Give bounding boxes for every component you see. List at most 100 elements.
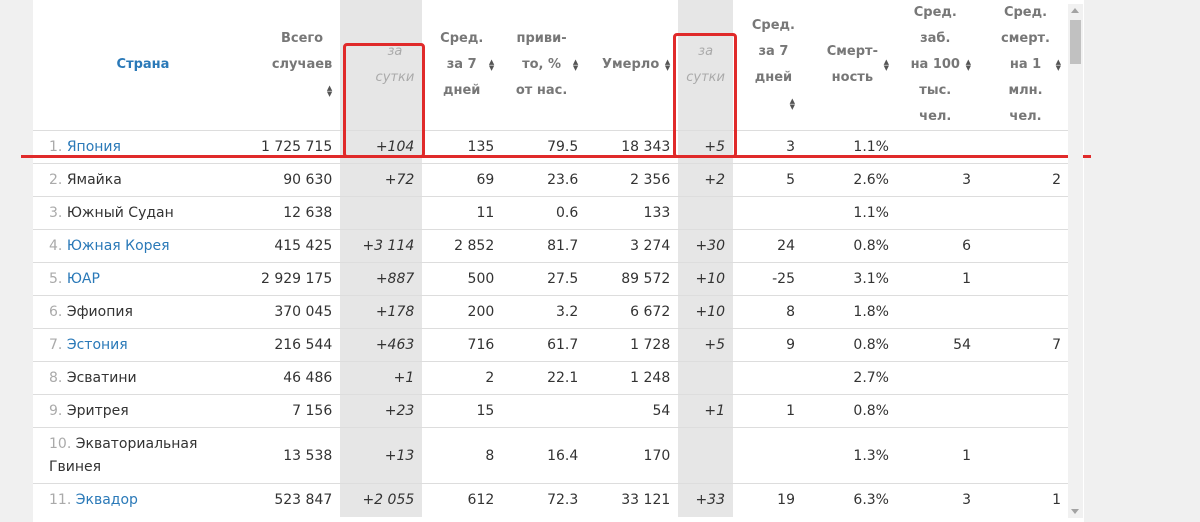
cell-total-cases: 415 425 (253, 229, 341, 263)
country-name: Эсватини (66, 370, 137, 386)
table-row: 1. Япония 1 725 715 +104 135 79.5 18 343 +5 3 1.… (33, 130, 1069, 164)
country-link[interactable]: Южная Корея (67, 238, 170, 254)
cell-vaccinated: 22.1 (502, 361, 587, 395)
cell-deaths-per-day: +2 (678, 163, 733, 197)
cell-avg-per-100k: 1 (896, 262, 979, 296)
row-number: 10. (49, 435, 72, 452)
scrollbar-thumb[interactable] (1070, 20, 1081, 64)
row-number: 8. (49, 370, 63, 386)
cell-avg-death-per-1m (978, 295, 1069, 329)
col-header-deaths[interactable]: Умерло ▲ ▼ (586, 0, 678, 131)
row-number: 2. (49, 172, 63, 188)
col-header-avg-per-100k[interactable]: Сред. заб. на 100 тыс. чел.▲ ▼ (897, 0, 979, 131)
col-header-avg7[interactable]: Сред. за 7 дней▲ ▼ (422, 0, 502, 131)
col-header-avg-death-per-1m[interactable]: Сред. смерт. на 1 млн. чел.▲ ▼ (979, 0, 1069, 131)
cell-deaths-avg7: 3 (732, 130, 803, 164)
cell-cases-per-day: +2 055 (340, 483, 423, 517)
cell-country: 10. Экваториальная Гвинея (33, 427, 253, 484)
cell-avg7: 11 (422, 196, 503, 230)
cell-deaths: 1 728 (586, 328, 679, 362)
sort-arrows-icon[interactable]: ▲ ▼ (788, 97, 795, 110)
cell-mortality: 0.8% (802, 229, 897, 263)
col-header-vaccinated[interactable]: приви- то, % от нас.▲ ▼ (502, 0, 586, 131)
country-link[interactable]: Эстония (67, 337, 128, 353)
cell-vaccinated (502, 394, 587, 428)
cell-country: 5. ЮАР (33, 262, 253, 296)
cell-vaccinated: 27.5 (502, 262, 587, 296)
cell-country: 8. Эсватини (33, 361, 253, 395)
vertical-scrollbar[interactable] (1068, 4, 1083, 518)
cell-deaths: 33 121 (586, 483, 679, 517)
cell-deaths-per-day: +33 (678, 483, 733, 517)
col-header-deaths-avg7[interactable]: Сред. за 7 дней▲ ▼ (733, 0, 803, 131)
cell-total-cases: 90 630 (253, 163, 341, 197)
cell-avg-death-per-1m (978, 130, 1069, 164)
cell-cases-per-day: +1 (340, 361, 423, 395)
scroll-up-icon[interactable] (1071, 8, 1079, 13)
country-link[interactable]: ЮАР (67, 271, 100, 287)
cell-avg-per-100k: 3 (896, 163, 979, 197)
cell-avg7: 2 852 (422, 229, 503, 263)
cell-deaths-per-day: +5 (678, 328, 733, 362)
cell-mortality: 1.1% (802, 130, 897, 164)
cell-deaths: 89 572 (586, 262, 679, 296)
cell-mortality: 3.1% (802, 262, 897, 296)
cell-avg-death-per-1m (978, 229, 1069, 263)
cell-avg7: 612 (422, 483, 503, 517)
country-name: Южный Судан (66, 205, 174, 221)
cell-avg-death-per-1m: 2 (978, 163, 1069, 197)
cell-vaccinated: 16.4 (502, 427, 587, 484)
sort-arrows-icon[interactable]: ▲ ▼ (964, 59, 971, 72)
cell-deaths-avg7: 5 (732, 163, 803, 197)
cell-cases-per-day (340, 196, 423, 230)
col-header-total-cases[interactable]: Всего случаев▲ ▼ (253, 0, 340, 131)
cell-avg-death-per-1m: 7 (978, 328, 1069, 362)
sort-arrows-icon[interactable]: ▲ ▼ (571, 59, 578, 72)
cell-total-cases: 216 544 (253, 328, 341, 362)
cell-cases-per-day: +3 114 (340, 229, 423, 263)
sort-arrows-icon[interactable]: ▲ ▼ (487, 59, 494, 72)
country-name: Эфиопия (66, 304, 133, 320)
row-number: 3. (49, 205, 63, 221)
country-link[interactable]: Япония (67, 139, 121, 155)
cell-cases-per-day: +23 (340, 394, 423, 428)
cell-deaths-avg7: -25 (732, 262, 803, 296)
cell-mortality: 0.8% (802, 328, 897, 362)
cell-total-cases: 523 847 (253, 483, 341, 517)
scroll-down-icon[interactable] (1071, 509, 1079, 514)
cell-total-cases: 1 725 715 (253, 130, 341, 164)
row-number: 4. (49, 238, 63, 254)
row-number: 1. (49, 139, 63, 155)
cell-avg7: 716 (422, 328, 503, 362)
cell-country: 7. Эстония (33, 328, 253, 362)
cell-country: 9. Эритрея (33, 394, 253, 428)
col-header-country[interactable]: Страна (33, 0, 253, 131)
cell-mortality: 6.3% (802, 483, 897, 517)
cell-deaths-avg7: 19 (732, 483, 803, 517)
cell-deaths: 6 672 (586, 295, 679, 329)
cell-country: 11. Эквадор (33, 483, 253, 517)
cell-deaths-avg7: 9 (732, 328, 803, 362)
cell-avg-death-per-1m (978, 262, 1069, 296)
sort-arrows-icon[interactable]: ▲ ▼ (663, 58, 670, 71)
cell-mortality: 1.1% (802, 196, 897, 230)
table-row: 5. ЮАР 2 929 175 +887 500 27.5 89 572 +10 -25 3.… (33, 262, 1069, 296)
cell-avg7: 135 (422, 130, 503, 164)
country-name: Экваториальная Гвинея (49, 435, 198, 475)
cell-avg-death-per-1m (978, 196, 1069, 230)
cell-deaths: 170 (586, 427, 679, 484)
sort-arrows-icon[interactable]: ▲ ▼ (882, 59, 889, 72)
sort-arrows-icon[interactable]: ▲ ▼ (325, 84, 332, 97)
sort-arrows-icon[interactable]: ▲ ▼ (1054, 59, 1061, 72)
cell-avg-per-100k: 3 (896, 483, 979, 517)
country-link[interactable]: Эквадор (76, 492, 138, 508)
cell-avg7: 2 (422, 361, 503, 395)
cell-country: 6. Эфиопия (33, 295, 253, 329)
col-header-cases-per-day[interactable]: за сутки (340, 0, 423, 131)
row-number: 6. (49, 304, 63, 320)
col-header-deaths-per-day[interactable]: за сутки (678, 0, 733, 131)
cell-avg-per-100k (896, 130, 979, 164)
cell-deaths-avg7 (732, 427, 803, 484)
cell-deaths: 2 356 (586, 163, 679, 197)
col-header-mortality[interactable]: Смерт- ность▲ ▼ (803, 0, 897, 131)
